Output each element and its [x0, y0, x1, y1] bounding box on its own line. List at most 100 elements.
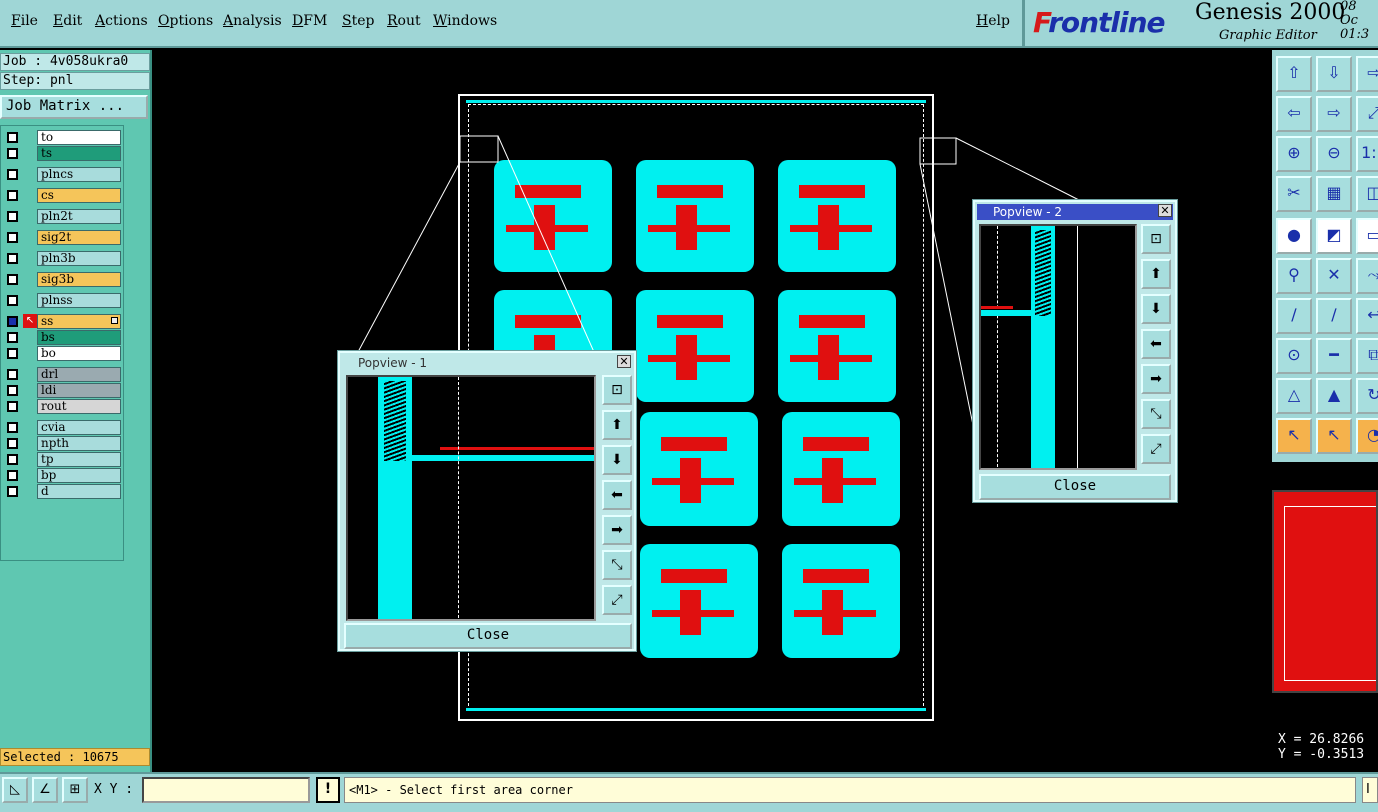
arrow-triangle-icon[interactable]: ▲ [1316, 378, 1352, 414]
layer-name[interactable]: npth [37, 436, 121, 451]
layer-checkbox[interactable] [7, 148, 18, 159]
layer-name[interactable]: plnss [37, 293, 121, 308]
menu-file[interactable]: File [11, 13, 38, 29]
copy-icon[interactable]: ⧉ [1356, 338, 1378, 374]
layer-row-sig3b[interactable]: sig3b [3, 272, 121, 287]
menu-actions[interactable]: Actions [95, 13, 148, 29]
cross-icon[interactable]: ✕ [1316, 258, 1352, 294]
layer-checkbox[interactable] [7, 385, 18, 396]
ratio-icon[interactable]: 1:1 [1356, 136, 1378, 172]
layer-options-icon[interactable] [111, 317, 118, 324]
layer-row-rout[interactable]: rout [3, 399, 121, 414]
menu-analysis[interactable]: Analysis [223, 13, 282, 29]
layer-checkbox[interactable] [7, 253, 18, 264]
zoom-out-icon[interactable]: ⤡ [1141, 399, 1171, 429]
layer-checkbox[interactable] [7, 190, 18, 201]
select-arrow-2-icon[interactable]: ↖ [1316, 418, 1352, 454]
layer-checkbox[interactable] [7, 486, 18, 497]
snap-mode-icon[interactable]: ◺ [2, 777, 28, 803]
popview-1-close-icon[interactable]: ✕ [617, 355, 631, 368]
connect-icon[interactable]: ⚲ [1276, 258, 1312, 294]
pan-down-icon[interactable]: ⇩ [1316, 56, 1352, 92]
menu-windows[interactable]: Windows [433, 13, 497, 29]
layer-row-bp[interactable]: bp [3, 468, 121, 483]
select-circle-icon[interactable]: ◔ [1356, 418, 1378, 454]
layer-name[interactable]: ss [37, 314, 121, 329]
layer-row-sig2t[interactable]: sig2t [3, 230, 121, 245]
popview-1-close-button[interactable]: Close [344, 623, 632, 649]
pan-up-icon[interactable]: ⇧ [1276, 56, 1312, 92]
line-icon[interactable]: ∕ [1276, 298, 1312, 334]
pan-left-icon[interactable]: ⬅ [1141, 329, 1171, 359]
zoom-fit-icon[interactable]: ⊡ [602, 375, 632, 405]
grid-mode-icon[interactable]: ⊞ [62, 777, 88, 803]
slant-line-icon[interactable]: ∕ [1316, 298, 1352, 334]
move-icon[interactable]: ⤳ [1356, 258, 1378, 294]
pan-left-icon[interactable]: ⬅ [602, 480, 632, 510]
zoom-in-icon[interactable]: ⤢ [602, 585, 632, 615]
popview-1-view[interactable] [346, 375, 596, 621]
menu-edit[interactable]: Edit [53, 13, 82, 29]
layer-row-bs[interactable]: bs [3, 330, 121, 345]
pan-down-icon[interactable]: ⬇ [1141, 294, 1171, 324]
zoom-in-icon[interactable]: ⤢ [1141, 434, 1171, 464]
pad-icon[interactable]: ● [1276, 218, 1312, 254]
pan-left-icon[interactable]: ⇦ [1276, 96, 1312, 132]
layer-row-cvia[interactable]: cvia [3, 420, 121, 435]
menu-options[interactable]: Options [158, 13, 213, 29]
layer-row-ts[interactable]: ts [3, 146, 121, 161]
popview-2-close-icon[interactable]: ✕ [1158, 204, 1172, 217]
layer-preview[interactable] [1272, 490, 1378, 693]
menu-rout[interactable]: Rout [387, 13, 421, 29]
layer-row-ldi[interactable]: ldi [3, 383, 121, 398]
pan-down-icon[interactable]: ⬇ [602, 445, 632, 475]
layer-checkbox[interactable] [7, 274, 18, 285]
popview-2-close-button[interactable]: Close [979, 474, 1171, 500]
layer-checkbox[interactable] [7, 470, 18, 481]
scale-icon[interactable]: ⤢ [1356, 96, 1378, 132]
point-icon[interactable]: ⊙ [1276, 338, 1312, 374]
layer-checkbox[interactable] [7, 316, 18, 327]
popview-2-view[interactable] [979, 224, 1137, 470]
layer-name[interactable]: pln3b [37, 251, 121, 266]
layer-checkbox[interactable] [7, 454, 18, 465]
snap-icon[interactable]: ◫ [1356, 176, 1378, 212]
layer-row-bo[interactable]: bo [3, 346, 121, 361]
layer-name[interactable]: bs [37, 330, 121, 345]
zoom-out-icon[interactable]: ⤡ [602, 550, 632, 580]
layer-checkbox[interactable] [7, 438, 18, 449]
layer-name[interactable]: plncs [37, 167, 121, 182]
ruler-icon[interactable]: ▭ [1356, 218, 1378, 254]
zoom-fit-icon[interactable]: ⊡ [1141, 224, 1171, 254]
layer-name[interactable]: bo [37, 346, 121, 361]
rotate-icon[interactable]: ↻ [1356, 378, 1378, 414]
pan-up-icon[interactable]: ⬆ [1141, 259, 1171, 289]
layer-name[interactable]: ts [37, 146, 121, 161]
pan-right-icon[interactable]: ➡ [602, 515, 632, 545]
layer-row-to[interactable]: to [3, 130, 121, 145]
layer-checkbox[interactable] [7, 401, 18, 412]
measure-icon[interactable]: ✂ [1276, 176, 1312, 212]
layer-row-ss[interactable]: ↖ ss [3, 314, 121, 329]
menu-help[interactable]: Help [976, 13, 1010, 29]
measure-mode-icon[interactable]: ∠ [32, 777, 58, 803]
layer-name[interactable]: sig2t [37, 230, 121, 245]
pan-right-icon[interactable]: ➡ [1141, 364, 1171, 394]
layer-checkbox[interactable] [7, 169, 18, 180]
layer-name[interactable]: tp [37, 452, 121, 467]
zoom-out-icon[interactable]: ⊖ [1316, 136, 1352, 172]
xy-input[interactable] [142, 777, 310, 803]
layer-name[interactable]: ldi [37, 383, 121, 398]
layer-row-plnss[interactable]: plnss [3, 293, 121, 308]
layer-name[interactable]: pln2t [37, 209, 121, 224]
select-arrow-icon[interactable]: ↖ [1276, 418, 1312, 454]
layer-checkbox[interactable] [7, 369, 18, 380]
layer-checkbox[interactable] [7, 422, 18, 433]
menu-dfm[interactable]: DFM [292, 13, 327, 29]
pan-right-icon-2[interactable]: ⇨ [1316, 96, 1352, 132]
layer-name[interactable]: cs [37, 188, 121, 203]
pan-up-icon[interactable]: ⬆ [602, 410, 632, 440]
layer-name[interactable]: sig3b [37, 272, 121, 287]
job-matrix-button[interactable]: Job Matrix ... [0, 95, 148, 119]
layer-checkbox[interactable] [7, 211, 18, 222]
